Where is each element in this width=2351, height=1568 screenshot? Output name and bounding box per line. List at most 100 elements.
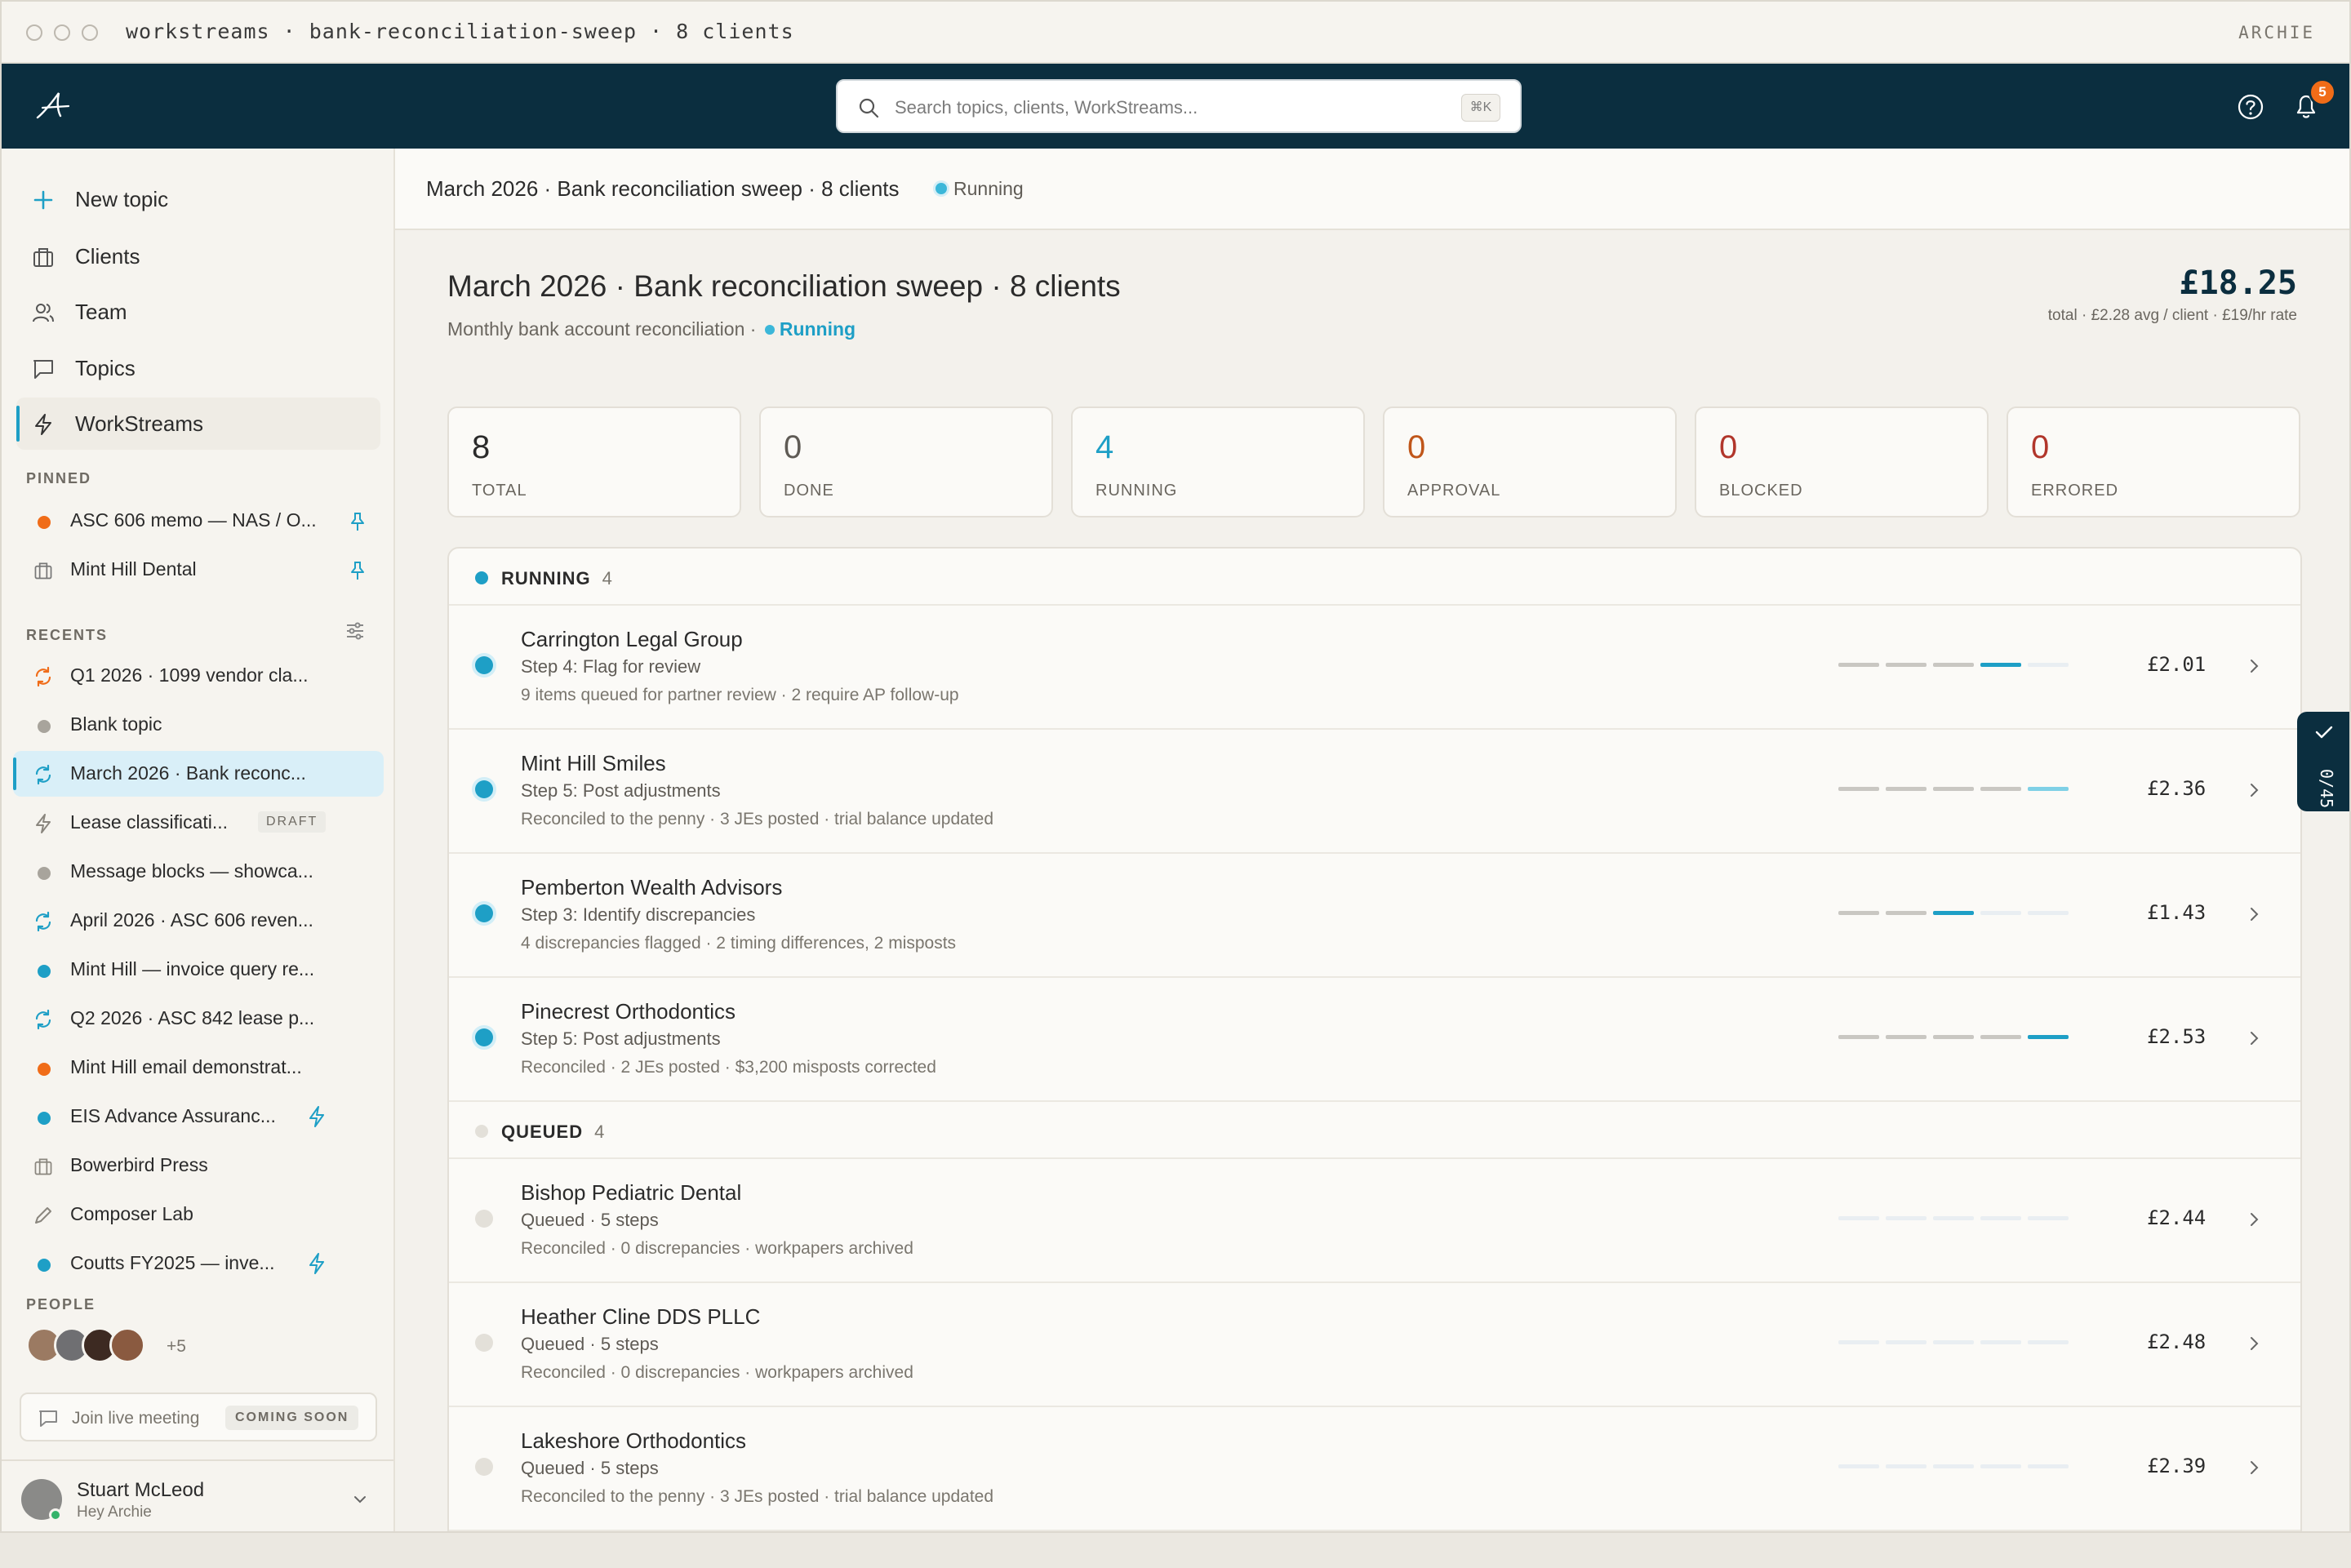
recent-item[interactable]: Coutts FY2025 — inve... bbox=[13, 1241, 384, 1286]
chevron-down-icon[interactable] bbox=[351, 1490, 369, 1508]
row-status-dot bbox=[475, 1210, 493, 1228]
chevron-right-icon[interactable] bbox=[2245, 780, 2263, 800]
chevron-right-icon[interactable] bbox=[2245, 1210, 2263, 1229]
pin-icon[interactable] bbox=[348, 511, 367, 532]
stat-card-approval[interactable]: 0 APPROVAL bbox=[1383, 406, 1677, 517]
stat-label: ERRORED bbox=[2031, 482, 2119, 500]
recent-item[interactable]: Q2 2026 · ASC 842 lease p... bbox=[13, 996, 384, 1042]
help-icon[interactable] bbox=[2237, 93, 2264, 121]
step-segment bbox=[1980, 1035, 2021, 1039]
sidebar-item-workstreams[interactable]: WorkStreams bbox=[16, 398, 380, 450]
sync-icon bbox=[35, 764, 51, 785]
step-segment bbox=[1838, 787, 1879, 791]
join-live-meeting-button[interactable]: Join live meeting COMING SOON bbox=[20, 1393, 377, 1441]
row-status-dot bbox=[475, 780, 493, 798]
stat-card-running[interactable]: 4 RUNNING bbox=[1071, 406, 1365, 517]
window-title: workstreams · bank-reconciliation-sweep … bbox=[126, 20, 794, 43]
avatar[interactable] bbox=[109, 1327, 145, 1363]
recent-item[interactable]: Blank topic bbox=[13, 702, 384, 748]
recent-item[interactable]: Lease classificati... DRAFT bbox=[13, 800, 384, 846]
users-icon bbox=[33, 304, 54, 322]
recent-item-label: March 2026 · Bank reconc... bbox=[70, 762, 306, 784]
recent-item[interactable]: April 2026 · ASC 606 reven... bbox=[13, 898, 384, 944]
pin-icon[interactable] bbox=[348, 560, 367, 581]
stat-card-blocked[interactable]: 0 BLOCKED bbox=[1695, 406, 1989, 517]
archie-logo-icon[interactable] bbox=[33, 88, 73, 124]
stat-card-total[interactable]: 8 TOTAL bbox=[447, 406, 741, 517]
group-header-running: RUNNING 4 bbox=[449, 549, 2300, 606]
recent-item[interactable]: Composer Lab bbox=[13, 1192, 384, 1237]
row-cost: £2.48 bbox=[2147, 1330, 2207, 1353]
running-dot bbox=[936, 183, 947, 194]
step-segment bbox=[1933, 1216, 1974, 1220]
pinned-item[interactable]: ASC 606 memo — NAS / O... bbox=[13, 498, 384, 544]
breadcrumb[interactable]: March 2026 · Bank reconciliation sweep ·… bbox=[426, 176, 900, 202]
join-live-meeting-label: Join live meeting bbox=[72, 1409, 200, 1428]
step-segment bbox=[1980, 787, 2021, 791]
step-detail: Reconciled to the penny · 3 JEs posted ·… bbox=[521, 810, 994, 828]
row-cost: £2.36 bbox=[2147, 777, 2207, 800]
total-cost-note: total · £2.28 avg / client · £19/hr rate bbox=[2047, 307, 2297, 324]
stat-label: RUNNING bbox=[1096, 482, 1178, 500]
recents-section-label: RECENTS bbox=[26, 627, 109, 643]
workstream-row[interactable]: Bishop Pediatric Dental Queued · 5 steps… bbox=[449, 1159, 2300, 1283]
chevron-right-icon[interactable] bbox=[2245, 1028, 2263, 1048]
client-name: Mint Hill Smiles bbox=[521, 751, 666, 775]
sync-icon bbox=[35, 1009, 51, 1030]
user-menu[interactable]: Stuart McLeod Hey Archie bbox=[2, 1459, 393, 1531]
row-status-dot bbox=[475, 656, 493, 674]
status-dot bbox=[38, 1259, 51, 1272]
recent-item[interactable]: Bowerbird Press bbox=[13, 1143, 384, 1188]
step-segment bbox=[1933, 663, 1974, 667]
recent-item[interactable]: Q1 2026 · 1099 vendor cla... bbox=[13, 653, 384, 699]
workstream-row[interactable]: Pinecrest Orthodontics Step 5: Post adju… bbox=[449, 978, 2300, 1102]
step-segment bbox=[1838, 1035, 1879, 1039]
chevron-right-icon[interactable] bbox=[2245, 904, 2263, 924]
client-name: Pinecrest Orthodontics bbox=[521, 999, 736, 1024]
stat-card-done[interactable]: 0 DONE bbox=[759, 406, 1053, 517]
sync-icon bbox=[35, 911, 51, 932]
stat-value: 0 bbox=[784, 429, 802, 465]
pinned-section-label: PINNED bbox=[26, 470, 92, 486]
stat-card-errored[interactable]: 0 ERRORED bbox=[2007, 406, 2300, 517]
search-bar[interactable]: Search topics, clients, WorkStreams... ⌘… bbox=[836, 79, 1522, 133]
stat-value: 0 bbox=[1407, 429, 1426, 465]
recent-item[interactable]: Mint Hill — invoice query re... bbox=[13, 947, 384, 993]
sidebar-item-topics[interactable]: Topics bbox=[16, 342, 380, 394]
step-segment bbox=[1980, 1340, 2021, 1344]
recent-item[interactable]: March 2026 · Bank reconc... bbox=[13, 751, 384, 797]
coming-soon-badge: COMING SOON bbox=[225, 1406, 359, 1430]
workstream-row[interactable]: Heather Cline DDS PLLC Queued · 5 steps … bbox=[449, 1283, 2300, 1407]
chevron-right-icon[interactable] bbox=[2245, 656, 2263, 676]
step-segment bbox=[1933, 787, 1974, 791]
step-segment bbox=[1933, 1340, 1974, 1344]
pinned-item[interactable]: Mint Hill Dental bbox=[13, 547, 384, 593]
row-status-dot bbox=[475, 1028, 493, 1046]
recent-item-label: Message blocks — showca... bbox=[70, 860, 313, 882]
client-name: Carrington Legal Group bbox=[521, 627, 743, 651]
minimize-window-button[interactable] bbox=[54, 24, 70, 41]
chevron-right-icon[interactable] bbox=[2245, 1334, 2263, 1353]
workstream-row[interactable]: Mint Hill Smiles Step 5: Post adjustment… bbox=[449, 730, 2300, 854]
sidebar-item-team[interactable]: Team bbox=[16, 286, 380, 338]
notification-badge: 5 bbox=[2309, 78, 2336, 106]
filter-icon[interactable] bbox=[344, 620, 366, 642]
sidebar: New topic Clients Team Topics WorkStream… bbox=[2, 149, 395, 1531]
workstream-row[interactable]: Carrington Legal Group Step 4: Flag for … bbox=[449, 606, 2300, 730]
people-more-count[interactable]: +5 bbox=[167, 1337, 186, 1357]
recent-item[interactable]: Mint Hill email demonstrat... bbox=[13, 1045, 384, 1090]
progress-tab[interactable]: 0/45 bbox=[2297, 712, 2349, 811]
zoom-window-button[interactable] bbox=[82, 24, 98, 41]
workstream-row[interactable]: Pemberton Wealth Advisors Step 3: Identi… bbox=[449, 854, 2300, 978]
group-header-queued: QUEUED 4 bbox=[449, 1102, 2300, 1159]
workstream-row[interactable]: Lakeshore Orthodontics Queued · 5 steps … bbox=[449, 1407, 2300, 1531]
recent-item[interactable]: EIS Advance Assuranc... bbox=[13, 1094, 384, 1139]
chevron-right-icon[interactable] bbox=[2245, 1458, 2263, 1477]
close-window-button[interactable] bbox=[26, 24, 42, 41]
recent-item-label: Composer Lab bbox=[70, 1203, 193, 1224]
sidebar-item-new-topic[interactable]: New topic bbox=[16, 173, 380, 225]
recent-item[interactable]: Message blocks — showca... bbox=[13, 849, 384, 895]
recent-item-label: Q1 2026 · 1099 vendor cla... bbox=[70, 664, 309, 686]
people-avatars[interactable] bbox=[26, 1327, 145, 1363]
sidebar-item-clients[interactable]: Clients bbox=[16, 230, 380, 282]
